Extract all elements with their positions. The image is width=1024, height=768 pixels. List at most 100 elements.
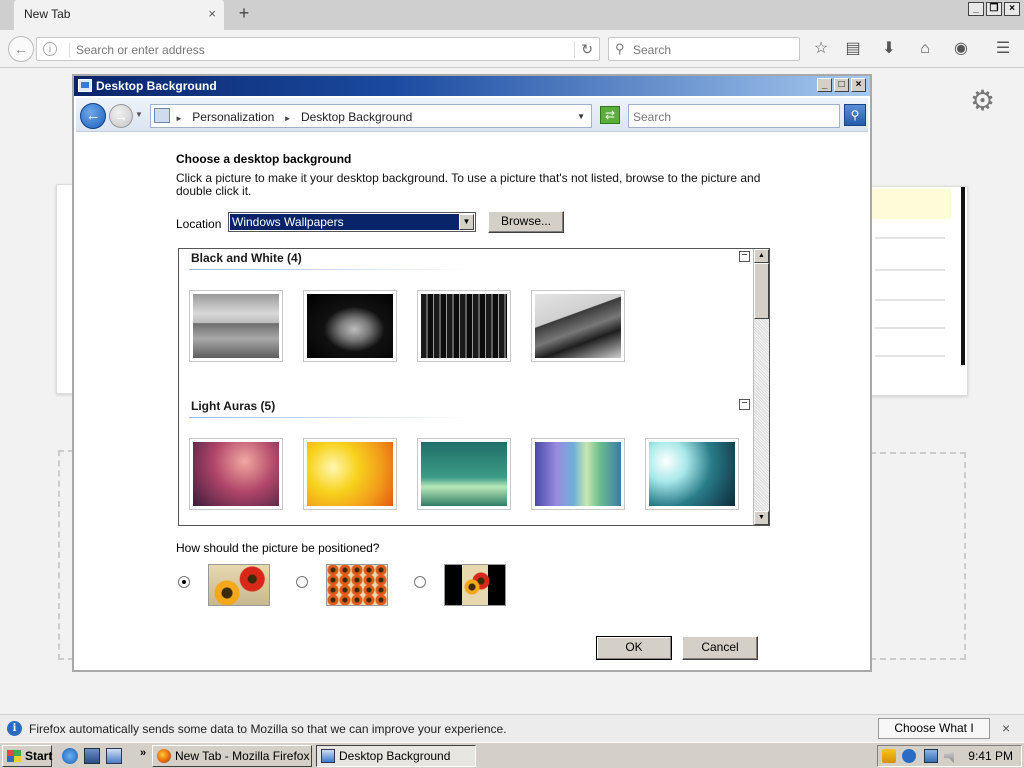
position-tile-radio[interactable] <box>296 576 308 588</box>
scroll-up-icon[interactable]: ▲ <box>754 249 769 263</box>
wallpaper-thumbnail[interactable] <box>645 438 739 510</box>
clock[interactable]: 9:41 PM <box>968 749 1013 763</box>
tab-new-tab[interactable]: New Tab × <box>14 0 224 30</box>
recent-pages-dropdown-icon[interactable]: ▼ <box>135 110 143 119</box>
ok-button[interactable]: OK <box>596 636 672 660</box>
info-tray-icon[interactable] <box>902 749 916 763</box>
personalization-icon <box>78 79 92 92</box>
minimize-button[interactable]: _ <box>817 78 832 92</box>
control-panel-icon <box>154 108 170 123</box>
wallpaper-thumbnail[interactable] <box>531 290 625 362</box>
restore-button[interactable]: ❐ <box>986 2 1002 16</box>
wallpaper-thumbnail[interactable] <box>189 438 283 510</box>
site-info-icon[interactable]: i <box>43 42 57 56</box>
tile-text-line <box>875 327 945 329</box>
show-desktop-icon[interactable] <box>84 748 100 764</box>
wallpaper-image <box>649 442 735 506</box>
group-header-light-auras[interactable]: Light Auras (5) <box>191 399 275 413</box>
top-site-tile[interactable] <box>870 186 968 396</box>
tile-highlight <box>871 189 951 219</box>
collapse-group-icon[interactable]: − <box>739 399 750 410</box>
security-shield-icon[interactable] <box>882 749 896 763</box>
tile-text-line <box>875 355 945 357</box>
position-question: How should the picture be positioned? <box>176 541 380 555</box>
location-label: Location <box>176 217 222 231</box>
position-center-radio[interactable] <box>414 576 426 588</box>
scroll-down-icon[interactable]: ▼ <box>754 511 769 525</box>
breadcrumb: ► Personalization ► Desktop Background <box>175 110 418 124</box>
window-title-bar[interactable]: Desktop Background _ □ × <box>74 76 870 96</box>
reading-list-icon[interactable]: ▤ <box>842 39 864 59</box>
taskbar-item-label: New Tab - Mozilla Firefox <box>175 749 310 763</box>
browse-button[interactable]: Browse... <box>488 211 564 233</box>
chevron-down-icon[interactable]: ▼ <box>459 214 474 230</box>
empty-tile-placeholder <box>870 452 966 660</box>
wallpaper-thumbnail[interactable] <box>189 290 283 362</box>
new-tab-button[interactable]: + <box>234 3 254 23</box>
back-button[interactable]: ← <box>80 103 106 129</box>
chevron-right-icon[interactable]: ► <box>175 114 183 123</box>
pocket-icon[interactable]: ◉ <box>950 39 972 59</box>
address-bar[interactable]: ► Personalization ► Desktop Background ▼ <box>150 104 592 128</box>
group-divider <box>189 417 469 418</box>
search-box[interactable]: Search <box>628 104 840 128</box>
location-value[interactable]: Windows Wallpapers <box>230 214 460 230</box>
menu-icon[interactable]: ☰ <box>992 39 1014 59</box>
quick-launch-more-icon[interactable]: » <box>140 747 146 759</box>
back-button[interactable]: ← <box>8 36 34 62</box>
tab-close-icon[interactable]: × <box>208 6 216 21</box>
position-tile-preview[interactable] <box>326 564 388 606</box>
scroll-thumb[interactable] <box>754 263 769 319</box>
search-icon[interactable]: ⚲ <box>844 104 866 126</box>
wallpaper-image <box>421 294 507 358</box>
collapse-group-icon[interactable]: − <box>739 251 750 262</box>
maximize-button[interactable]: □ <box>834 78 849 92</box>
breadcrumb-personalization[interactable]: Personalization <box>192 110 274 124</box>
search-input[interactable]: Search <box>633 110 671 124</box>
tile-edge <box>961 187 965 365</box>
wallpaper-thumbnail[interactable] <box>417 438 511 510</box>
refresh-icon[interactable]: ⇄ <box>600 106 620 124</box>
switch-windows-icon[interactable] <box>106 748 122 764</box>
location-select[interactable]: Windows Wallpapers ▼ <box>228 212 476 232</box>
info-icon: i <box>7 721 22 736</box>
internet-explorer-icon[interactable] <box>62 748 78 764</box>
forward-button[interactable]: → <box>109 104 133 128</box>
position-fill-radio[interactable] <box>178 576 190 588</box>
address-dropdown-icon[interactable]: ▼ <box>577 112 585 121</box>
chevron-right-icon[interactable]: ► <box>284 114 292 123</box>
taskbar-item-desktop-background[interactable]: Desktop Background <box>316 745 476 767</box>
wallpaper-thumbnail[interactable] <box>303 290 397 362</box>
page-description: Click a picture to make it your desktop … <box>176 171 761 198</box>
wallpaper-image <box>193 442 279 506</box>
minimize-button[interactable]: _ <box>968 2 984 16</box>
taskbar-item-firefox[interactable]: New Tab - Mozilla Firefox <box>152 745 312 767</box>
cancel-button[interactable]: Cancel <box>682 636 758 660</box>
home-icon[interactable]: ⌂ <box>914 39 936 59</box>
tile-text-line <box>875 299 945 301</box>
reload-icon[interactable]: ↻ <box>574 41 593 58</box>
settings-gear-icon[interactable]: ⚙ <box>970 84 995 117</box>
choose-what-i-share-button[interactable]: Choose What I Share <box>878 718 990 754</box>
close-notification-icon[interactable]: × <box>1002 720 1010 736</box>
close-window-button[interactable]: × <box>1004 2 1020 16</box>
position-center-preview[interactable] <box>444 564 506 606</box>
group-header-black-and-white[interactable]: Black and White (4) <box>191 251 302 265</box>
wallpaper-thumbnail[interactable] <box>531 438 625 510</box>
browser-search-input[interactable]: Search <box>633 43 671 57</box>
wallpaper-thumbnail[interactable] <box>417 290 511 362</box>
wallpaper-image <box>193 294 279 358</box>
vertical-scrollbar[interactable]: ▲ ▼ <box>753 249 769 525</box>
position-fill-preview[interactable] <box>208 564 270 606</box>
url-input[interactable]: Search or enter address <box>69 43 205 57</box>
url-bar[interactable]: i Search or enter address ↻ <box>36 37 600 61</box>
bookmark-star-icon[interactable]: ☆ <box>810 39 832 59</box>
start-button[interactable]: Start <box>2 745 52 767</box>
wallpaper-thumbnail[interactable] <box>303 438 397 510</box>
close-button[interactable]: × <box>851 78 866 92</box>
browser-search-box[interactable]: ⚲ Search <box>608 37 800 61</box>
breadcrumb-desktop-background[interactable]: Desktop Background <box>301 110 412 124</box>
volume-icon[interactable] <box>944 749 954 763</box>
downloads-icon[interactable]: ⬇ <box>878 39 900 59</box>
network-icon[interactable] <box>924 749 938 763</box>
